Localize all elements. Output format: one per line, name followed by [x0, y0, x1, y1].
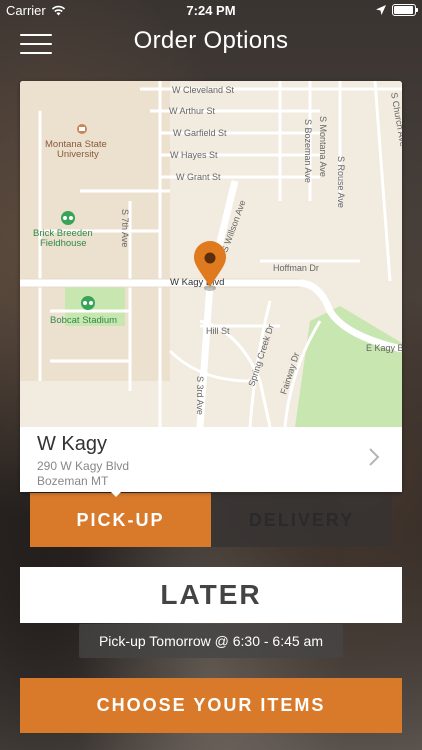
map-street-label: Hill St	[206, 326, 230, 336]
status-bar: Carrier 7:24 PM	[0, 0, 422, 22]
university-icon	[77, 124, 87, 134]
pickup-time-label: Pick-up Tomorrow @ 6:30 - 6:45 am	[79, 624, 343, 658]
map-street-label: S 3rd Ave	[195, 376, 205, 415]
store-info[interactable]: W Kagy 290 W Kagy Blvd Bozeman MT	[20, 427, 402, 492]
status-time: 7:24 PM	[186, 3, 236, 18]
stadium-icon	[61, 211, 75, 225]
map-street-label: S 7th Ave	[120, 209, 130, 247]
store-name: W Kagy	[37, 433, 108, 455]
map-street-label: Hoffman Dr	[273, 263, 319, 273]
map-street-label: W Garfield St	[173, 128, 227, 138]
location-arrow-icon	[376, 5, 386, 15]
page-title: Order Options	[133, 27, 289, 54]
map-street-label: W Grant St	[176, 172, 221, 182]
map-street-label: W Arthur St	[169, 106, 216, 116]
chevron-right-icon[interactable]	[368, 447, 380, 467]
choose-items-button[interactable]: CHOOSE YOUR ITEMS	[20, 678, 402, 733]
later-button[interactable]: LATER	[20, 567, 402, 623]
delivery-button[interactable]: DELIVERY	[211, 493, 392, 547]
store-address-line2: Bozeman MT	[37, 474, 109, 488]
map-street-label: E Kagy B	[366, 343, 402, 353]
pickup-button[interactable]: PICK-UP	[30, 493, 211, 547]
store-map[interactable]: W Cleveland St W Arthur St W Garfield St…	[20, 81, 402, 427]
map-place-label-line2: University	[57, 149, 99, 160]
map-street-label: S Rouse Ave	[336, 156, 346, 208]
store-address-line1: 290 W Kagy Blvd	[37, 459, 130, 473]
map-place-label-line2: Fieldhouse	[40, 238, 86, 249]
navigation-bar: Order Options	[0, 22, 422, 62]
map-street-label: S Montana Ave	[318, 116, 328, 177]
battery-icon	[392, 4, 418, 16]
map-street-label: W Cleveland St	[172, 85, 235, 95]
store-card[interactable]: W Cleveland St W Arthur St W Garfield St…	[20, 81, 402, 497]
map-street-label: S Bozeman Ave	[303, 119, 313, 183]
map-place-label: Bobcat Stadium	[50, 315, 117, 326]
order-mode-toggle: PICK-UP DELIVERY	[30, 493, 392, 547]
map-street-label: W Kagy Blvd	[170, 277, 224, 288]
stadium-icon	[81, 296, 95, 310]
card-pointer	[108, 489, 124, 497]
map-street-label: W Hayes St	[170, 150, 218, 160]
